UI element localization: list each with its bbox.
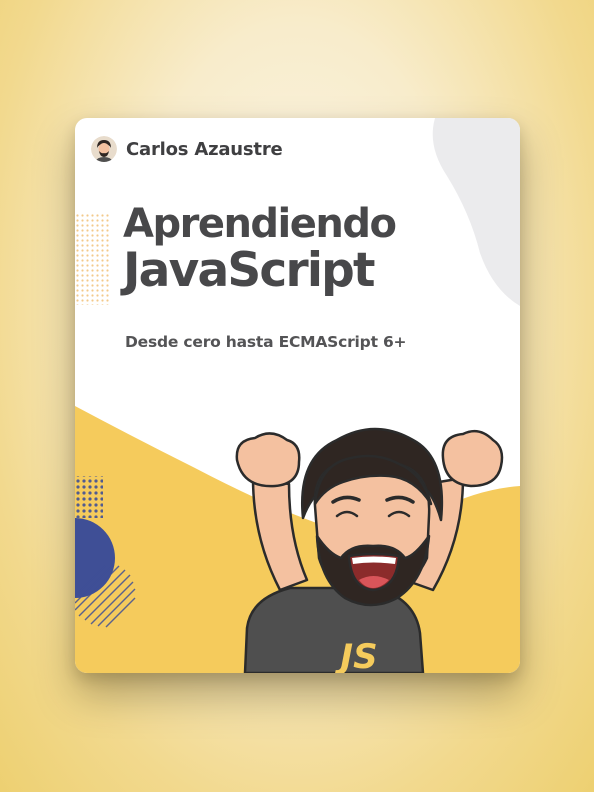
author-byline: Carlos Azaustre bbox=[91, 136, 283, 162]
book-subtitle: Desde cero hasta ECMAScript 6+ bbox=[125, 333, 407, 351]
right-fist bbox=[441, 429, 504, 488]
gray-shape bbox=[432, 118, 520, 306]
book-cover: JS Carlos Azaustre Aprendiendo JavaScrip… bbox=[75, 118, 520, 673]
book-title: Aprendiendo JavaScript bbox=[123, 201, 397, 298]
author-name: Carlos Azaustre bbox=[126, 138, 283, 160]
blue-dot-pattern bbox=[75, 476, 103, 518]
character-shirt bbox=[243, 586, 425, 673]
avatar-icon bbox=[91, 136, 117, 162]
book-title-line2: JavaScript bbox=[123, 243, 375, 298]
left-fist bbox=[235, 432, 301, 488]
book-title-line1: Aprendiendo bbox=[123, 201, 397, 247]
author-avatar bbox=[91, 136, 117, 162]
dot-grid bbox=[75, 213, 109, 305]
shirt-logo: JS bbox=[334, 637, 377, 673]
